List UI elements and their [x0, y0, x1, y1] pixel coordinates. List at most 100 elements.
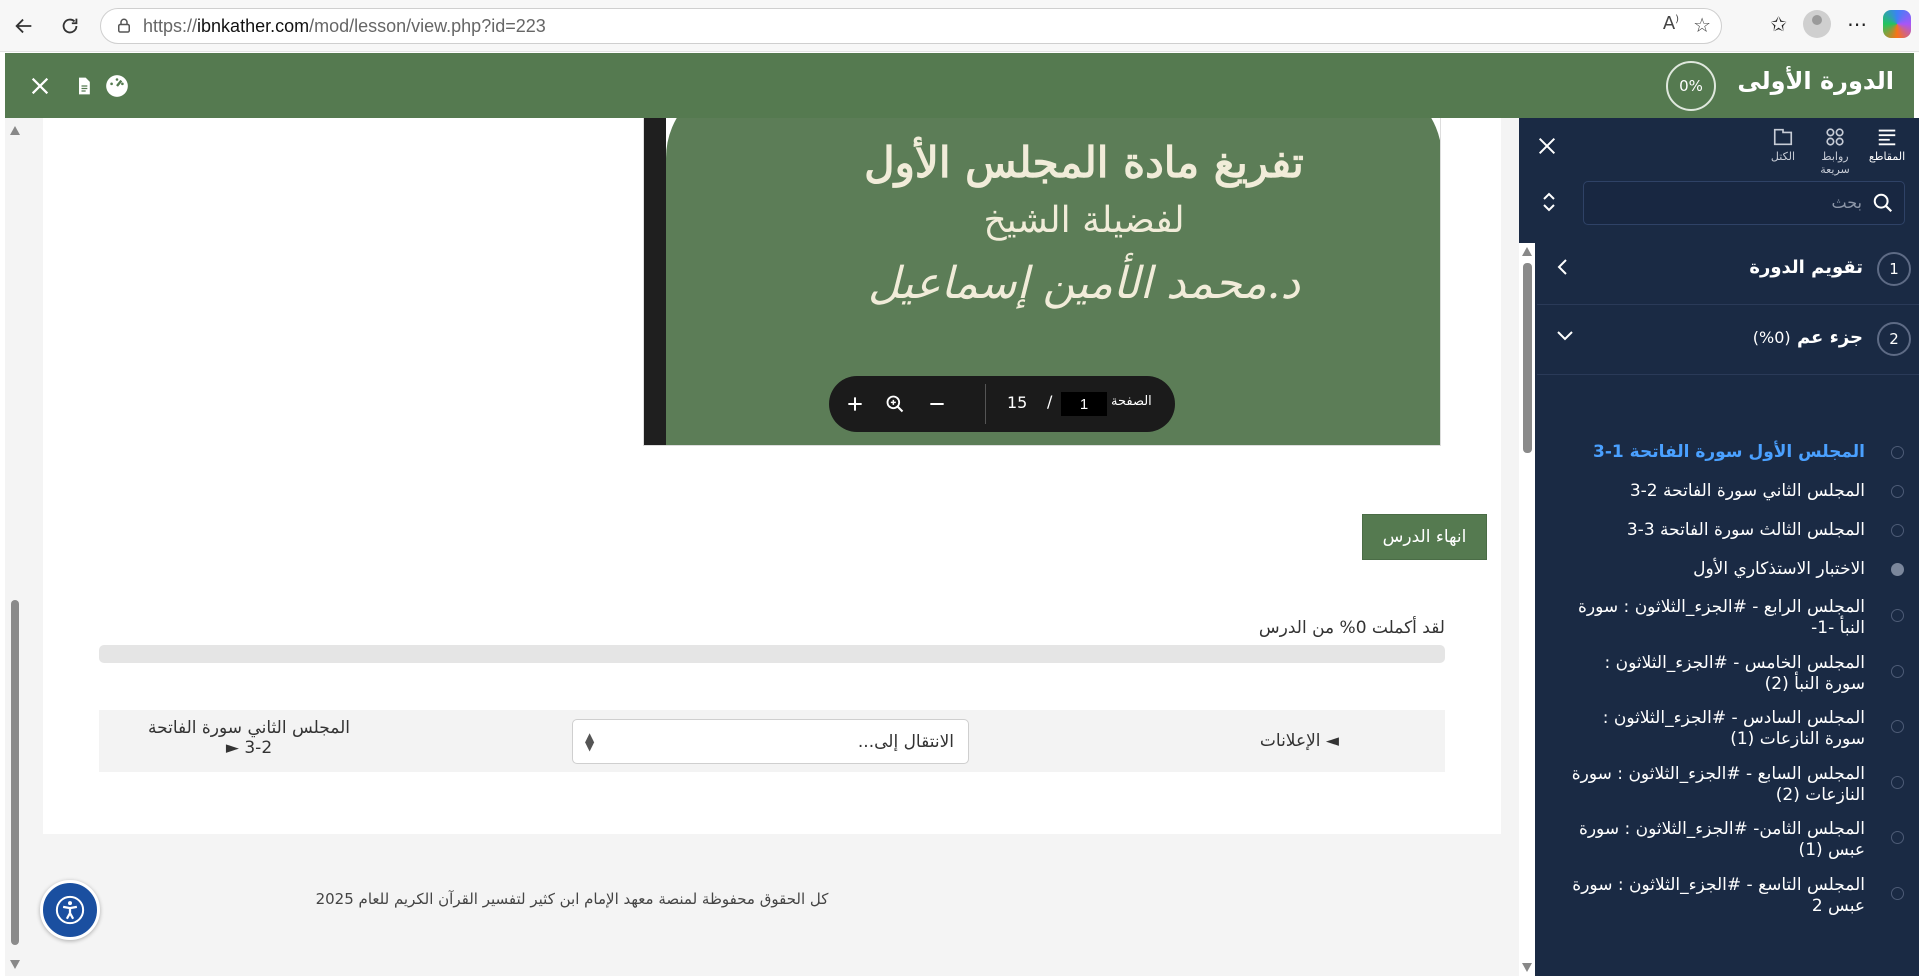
- close-lesson-button[interactable]: [23, 69, 57, 103]
- back-arrow-icon: [15, 18, 32, 34]
- lesson-title[interactable]: المجلس الثالث سورة الفاتحة 3-3: [1565, 520, 1865, 541]
- scroll-up-arrow-icon[interactable]: [10, 126, 20, 135]
- read-aloud-icon[interactable]: A): [1663, 13, 1679, 37]
- lesson-title[interactable]: المجلس الثاني سورة الفاتحة 2-3: [1565, 481, 1865, 502]
- completion-dot-icon: [1891, 665, 1904, 678]
- course-title[interactable]: الدورة الأولى: [1737, 67, 1894, 95]
- lesson-title[interactable]: المجلس الثامن- #الجزء_الثلاثون : سورة عب…: [1565, 819, 1865, 861]
- drawer-scroll-up-icon[interactable]: [1522, 247, 1532, 256]
- drawer-scrollbar[interactable]: [1519, 243, 1535, 976]
- course-search-input[interactable]: بحث: [1583, 181, 1905, 225]
- url-text[interactable]: https://ibnkather.com/mod/lesson/view.ph…: [143, 16, 546, 37]
- lesson-title[interactable]: المجلس الرابع - #الجزء_الثلاثون : سورة ا…: [1565, 597, 1865, 639]
- completed-dot-icon: [1891, 563, 1904, 576]
- course-progress-circle: 0%: [1666, 61, 1716, 111]
- reload-icon: [62, 18, 78, 34]
- page-separator: /: [1047, 392, 1053, 411]
- favorite-star-icon[interactable]: ☆: [1693, 13, 1711, 37]
- dashboard-button[interactable]: [100, 69, 134, 103]
- zoom-out-button[interactable]: [921, 388, 953, 420]
- section-item-juz-amma[interactable]: 2 جزء عم (0%): [1537, 305, 1919, 375]
- section-title[interactable]: تقويم الدورة: [1749, 257, 1863, 278]
- lesson-item[interactable]: المجلس الخامس - #الجزء_الثلاثون : سورة ا…: [1537, 653, 1919, 703]
- completion-dot-icon: [1891, 720, 1904, 733]
- main-scrollbar[interactable]: [5, 118, 27, 976]
- activity-navigation: ◄ الإعلانات الانتقال إلى... ▲ ▼ المجلس ال…: [99, 710, 1445, 772]
- lesson-item[interactable]: المجلس الرابع - #الجزء_الثلاثون : سورة ا…: [1537, 597, 1919, 647]
- tab-sections[interactable]: المقاطع: [1859, 126, 1915, 163]
- close-drawer-button[interactable]: [1529, 128, 1565, 164]
- jump-to-select[interactable]: الانتقال إلى... ▲ ▼: [572, 719, 969, 764]
- drawer-scrollbar-thumb[interactable]: [1523, 263, 1532, 453]
- pdf-margin: [644, 118, 666, 445]
- tab-blocks[interactable]: الكتل: [1755, 126, 1811, 163]
- lesson-card: تفريغ مادة المجلس الأول لفضيلة الشيخ د.م…: [43, 118, 1501, 834]
- section-number: 1: [1877, 252, 1911, 286]
- completion-dot-icon: [1891, 485, 1904, 498]
- blocks-icon: [1773, 128, 1793, 146]
- back-button[interactable]: [8, 10, 40, 42]
- site-info-icon[interactable]: [115, 17, 133, 35]
- toolbar-divider: [985, 384, 986, 424]
- completion-dot-icon: [1891, 524, 1904, 537]
- select-caret-icon: ▲ ▼: [585, 730, 595, 753]
- browser-toolbar: https://ibnkather.com/mod/lesson/view.ph…: [0, 0, 1919, 52]
- section-progress: (0%): [1752, 328, 1791, 347]
- drawer-scroll-down-icon[interactable]: [1522, 963, 1532, 972]
- lesson-item[interactable]: المجلس السادس - #الجزء_الثلاثون : سورة ا…: [1537, 708, 1919, 758]
- lesson-title[interactable]: الاختبار الاستذكاري الأول: [1565, 559, 1865, 580]
- lesson-title[interactable]: المجلس الخامس - #الجزء_الثلاثون : سورة ا…: [1565, 653, 1866, 695]
- completion-dot-icon: [1891, 831, 1904, 844]
- section-title[interactable]: جزء عم (0%): [1753, 327, 1863, 348]
- lesson-title[interactable]: المجلس التاسع - #الجزء_الثلاثون : سورة ع…: [1565, 875, 1865, 917]
- pdf-title-line: تفريغ مادة المجلس الأول: [864, 138, 1304, 187]
- close-icon: [1538, 137, 1556, 155]
- main-content: تفريغ مادة المجلس الأول لفضيلة الشيخ د.م…: [5, 118, 1519, 976]
- lesson-item[interactable]: المجلس الثامن- #الجزء_الثلاثون : سورة عب…: [1537, 819, 1919, 869]
- zoom-in-button[interactable]: [839, 388, 871, 420]
- expand-collapse-icon: [1543, 192, 1555, 212]
- document-icon: [79, 77, 90, 95]
- accessibility-button[interactable]: [40, 880, 100, 940]
- lesson-item[interactable]: المجلس السابع - #الجزء_الثلاثون : سورة ا…: [1537, 764, 1919, 814]
- completion-dot-icon: [1891, 776, 1904, 789]
- completion-dot-icon: [1891, 887, 1904, 900]
- address-bar[interactable]: https://ibnkather.com/mod/lesson/view.ph…: [100, 8, 1722, 44]
- accessibility-icon: [55, 895, 85, 925]
- section-number: 2: [1877, 322, 1911, 356]
- plus-icon: [848, 397, 862, 411]
- lesson-title[interactable]: المجلس السابع - #الجزء_الثلاثون : سورة ا…: [1565, 764, 1865, 806]
- lesson-title[interactable]: المجلس السادس - #الجزء_الثلاثون : سورة ا…: [1565, 708, 1865, 750]
- next-activity-link[interactable]: المجلس الثاني سورة الفاتحة 2-3 ►: [139, 718, 359, 758]
- copilot-icon[interactable]: [1883, 10, 1911, 38]
- search-icon: [1872, 192, 1894, 218]
- scroll-down-arrow-icon[interactable]: [10, 960, 20, 969]
- more-menu-icon[interactable]: ⋯: [1847, 12, 1867, 36]
- lesson-item[interactable]: المجلس التاسع - #الجزء_الثلاثون : سورة ع…: [1537, 875, 1919, 925]
- course-header: 0% الدورة الأولى: [5, 53, 1914, 118]
- zoom-fit-button[interactable]: [879, 388, 911, 420]
- pdf-viewer[interactable]: تفريغ مادة المجلس الأول لفضيلة الشيخ د.م…: [643, 118, 1441, 446]
- chevron-left-icon[interactable]: [1555, 257, 1571, 281]
- section-item-evaluation[interactable]: 1 تقويم الدورة: [1537, 235, 1919, 305]
- favorites-icon[interactable]: ✩: [1770, 12, 1787, 36]
- course-index-drawer: المقاطع روابط سريعة الكتل بحث 1 تقويم ال…: [1519, 118, 1919, 976]
- reload-button[interactable]: [54, 10, 86, 42]
- profile-avatar[interactable]: [1803, 10, 1831, 38]
- gauge-icon: [106, 75, 128, 97]
- search-placeholder: بحث: [1831, 193, 1863, 212]
- page-number-input[interactable]: [1061, 392, 1107, 416]
- previous-activity-link[interactable]: ◄ الإعلانات: [1260, 731, 1339, 751]
- grid-icon: [1826, 128, 1844, 146]
- tab-quick-links[interactable]: روابط سريعة: [1807, 126, 1863, 176]
- collapse-all-button[interactable]: [1541, 191, 1557, 217]
- document-button[interactable]: [67, 69, 101, 103]
- drawer-header: المقاطع روابط سريعة الكتل بحث: [1519, 118, 1919, 235]
- footer-copyright: كل الحقوق محفوظة لمنصة معهد الإمام ابن ك…: [315, 890, 829, 908]
- list-icon: [1878, 129, 1896, 146]
- lesson-title[interactable]: المجلس الأول سورة الفاتحة 1-3: [1565, 442, 1865, 463]
- completion-text: لقد أكملت 0% من الدرس: [1258, 618, 1445, 638]
- chevron-down-icon[interactable]: [1555, 327, 1575, 347]
- finish-lesson-button[interactable]: انهاء الدرس: [1362, 514, 1487, 560]
- pdf-subtitle-line: لفضيلة الشيخ: [983, 200, 1185, 241]
